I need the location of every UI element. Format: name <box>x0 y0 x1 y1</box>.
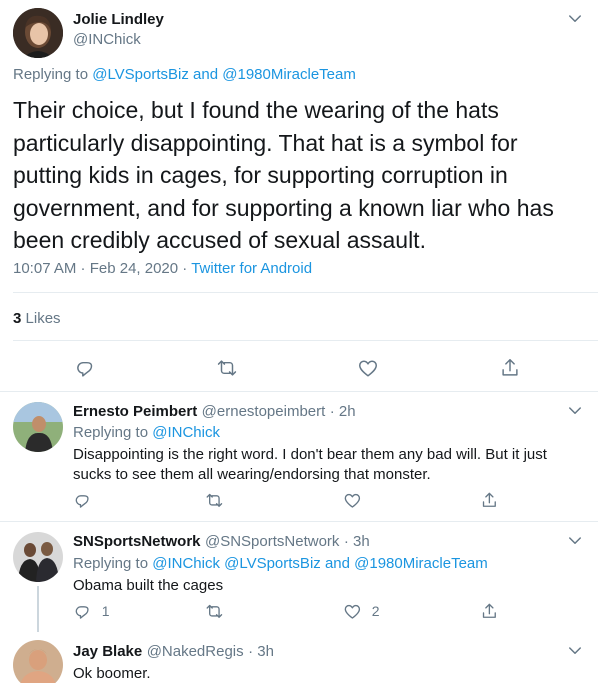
tweet-text: Disappointing is the right word. I don't… <box>73 446 547 483</box>
share-icon <box>499 357 521 379</box>
author-name[interactable]: Jolie Lindley <box>73 11 164 28</box>
tweet-text: Their choice, but I found the wearing of… <box>13 97 554 253</box>
author-name[interactable]: Jay Blake <box>73 643 142 660</box>
author-name[interactable]: SNSportsNetwork <box>73 533 201 550</box>
replying-and: and <box>193 66 219 83</box>
mention-link[interactable]: @INChick @LVSportsBiz and @1980MiracleTe… <box>152 555 488 572</box>
replying-prefix: Replying to <box>73 555 149 572</box>
divider <box>13 292 598 293</box>
reply-header: Ernesto Peimbert @ernestopeimbert · 2h <box>73 403 356 421</box>
share-button[interactable] <box>480 602 499 621</box>
chevron-down-icon[interactable] <box>566 532 584 550</box>
author-name[interactable]: Ernesto Peimbert <box>73 403 197 420</box>
likes-stat[interactable]: 3 Likes <box>13 310 61 327</box>
retweet-button[interactable] <box>216 357 238 379</box>
share-icon <box>480 491 499 510</box>
replying-to: Replying to @LVSportsBiz and @1980Miracl… <box>13 66 356 83</box>
like-button[interactable] <box>357 357 379 379</box>
heart-icon <box>343 491 362 510</box>
retweet-icon <box>205 602 224 621</box>
reply-header: SNSportsNetwork @SNSportsNetwork · 3h <box>73 533 370 551</box>
author-handle[interactable]: @INChick <box>73 31 141 48</box>
tweet-source[interactable]: Twitter for Android <box>191 260 312 277</box>
author-handle[interactable]: @NakedRegis <box>147 643 244 660</box>
avatar[interactable] <box>13 402 63 452</box>
tweet-text: Obama built the cages <box>73 577 224 594</box>
likes-label: Likes <box>25 310 61 327</box>
likes-count: 3 <box>13 310 22 327</box>
reply-count: 1 <box>101 603 110 620</box>
author-handle[interactable]: @ernestopeimbert <box>202 403 326 420</box>
divider <box>0 391 598 392</box>
retweet-icon <box>216 357 238 379</box>
tweet-timestamp[interactable]: 10:07 AM · Feb 24, 2020 · <box>13 260 187 277</box>
like-button[interactable]: 2 <box>343 602 380 621</box>
author-handle[interactable]: @SNSportsNetwork <box>205 533 339 550</box>
avatar[interactable] <box>13 8 63 58</box>
divider <box>0 521 598 522</box>
replying-to: Replying to @INChick <box>73 424 220 441</box>
thread-line <box>37 586 39 632</box>
mention-link[interactable]: @1980MiracleTeam <box>222 66 356 83</box>
reply-icon <box>73 602 92 621</box>
mention-link[interactable]: @INChick <box>152 424 220 441</box>
replying-prefix: Replying to <box>13 66 89 83</box>
chevron-down-icon[interactable] <box>566 10 584 28</box>
mention-link[interactable]: @LVSportsBiz <box>92 66 189 83</box>
chevron-down-icon[interactable] <box>566 402 584 420</box>
tweet-age[interactable]: · 2h <box>330 403 356 420</box>
retweet-icon <box>205 491 224 510</box>
like-count: 2 <box>371 603 380 620</box>
tweet-age[interactable]: · 3h <box>344 533 370 550</box>
reply-button[interactable] <box>74 357 96 379</box>
reply-icon <box>73 491 92 510</box>
share-button[interactable] <box>499 357 521 379</box>
chevron-down-icon[interactable] <box>566 642 584 660</box>
avatar[interactable] <box>13 532 63 582</box>
retweet-button[interactable] <box>205 491 224 510</box>
heart-icon <box>343 602 362 621</box>
tweet-meta: 10:07 AM · Feb 24, 2020 · Twitter for An… <box>13 260 312 277</box>
retweet-button[interactable] <box>205 602 224 621</box>
replying-prefix: Replying to <box>73 424 149 441</box>
tweet-text: Ok boomer. <box>73 665 151 682</box>
reply-button[interactable] <box>73 491 102 510</box>
share-icon <box>480 602 499 621</box>
reply-icon <box>74 357 96 379</box>
divider <box>13 340 598 341</box>
replying-to: Replying to @INChick @LVSportsBiz and @1… <box>73 555 488 572</box>
like-button[interactable] <box>343 491 372 510</box>
avatar[interactable] <box>13 640 63 683</box>
reply-header: Jay Blake @NakedRegis · 3h <box>73 643 274 661</box>
heart-icon <box>357 357 379 379</box>
tweet-age[interactable]: · 3h <box>248 643 274 660</box>
share-button[interactable] <box>480 491 499 510</box>
reply-button[interactable]: 1 <box>73 602 110 621</box>
